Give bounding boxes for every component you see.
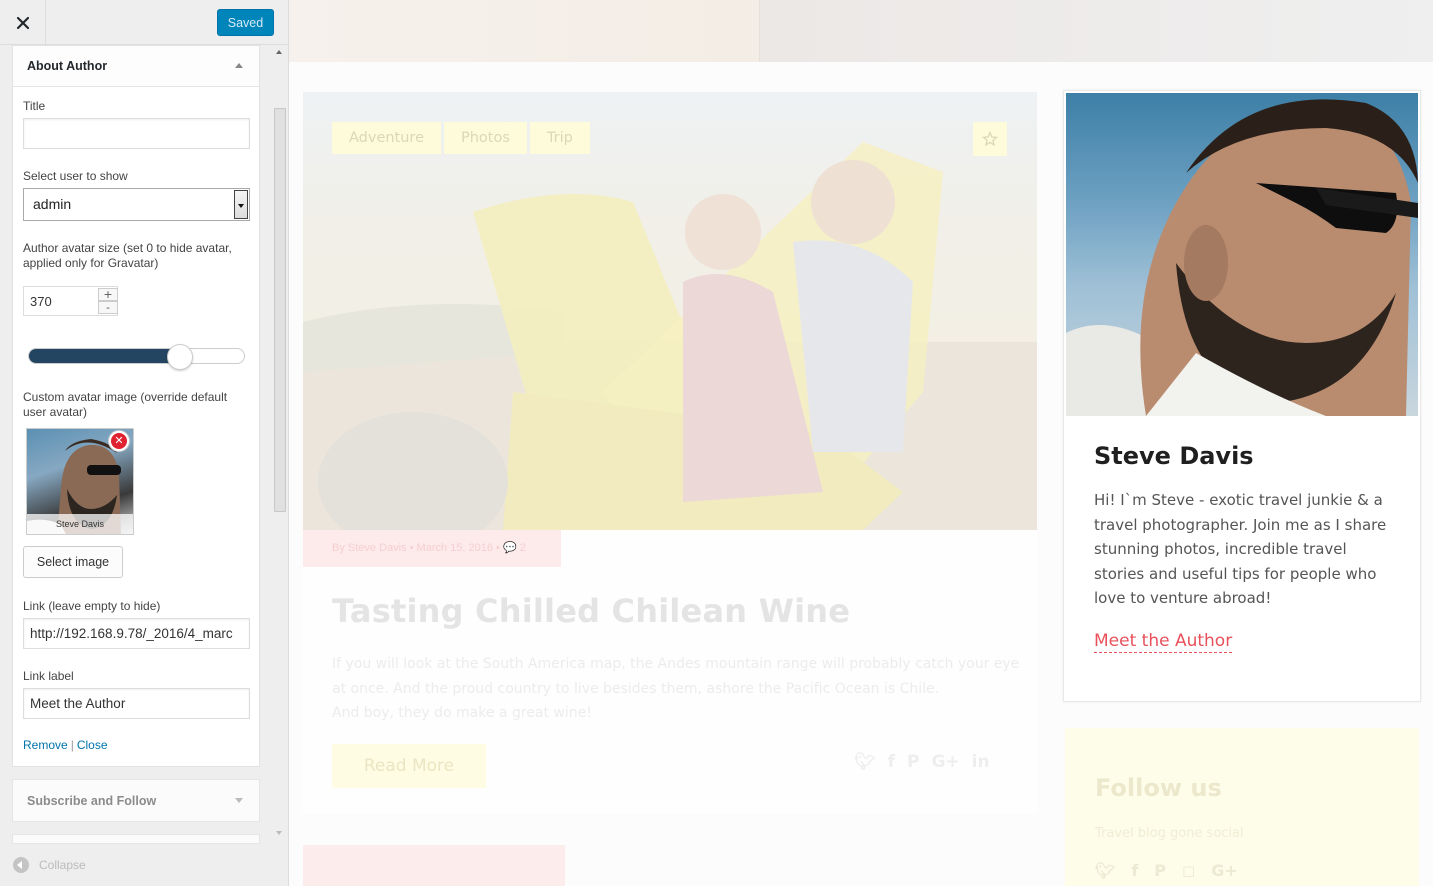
facebook-icon[interactable]: f — [1131, 861, 1138, 880]
remove-avatar-button[interactable]: ✕ — [108, 430, 130, 452]
header-image — [289, 0, 1433, 62]
avatar-caption: Steve Davis — [27, 514, 133, 534]
post-excerpt-p1: If you will look at the South America ma… — [332, 656, 1020, 697]
post-excerpt-p2: And boy, they do make a great wine! — [332, 705, 592, 721]
actions-separator: | — [70, 738, 74, 752]
post-title[interactable]: Tasting Chilled Chilean Wine — [332, 592, 850, 630]
collapse-label: Collapse — [39, 858, 86, 872]
next-post-meta — [303, 845, 565, 886]
widget-title: About Author — [27, 59, 108, 73]
post-meta: By Steve Davis • March 15, 2016 • 💬 2 — [303, 530, 561, 567]
favorite-button[interactable] — [973, 122, 1007, 156]
post-featured-image[interactable]: Adventure Photos Trip — [303, 92, 1037, 530]
decrement-button[interactable]: - — [98, 301, 118, 314]
tag-trip[interactable]: Trip — [529, 122, 590, 154]
close-customizer-button[interactable] — [0, 0, 46, 45]
collapse-icon — [13, 857, 29, 873]
author-bio: Hi! I`m Steve - exotic travel junkie & a… — [1094, 491, 1387, 607]
scroll-down-icon[interactable] — [276, 831, 282, 835]
expand-arrow-icon[interactable] — [235, 798, 243, 803]
title-label: Title — [23, 99, 46, 113]
avatar-size-slider[interactable] — [28, 344, 245, 370]
link-label-input[interactable]: Meet the Author — [23, 688, 250, 719]
collapse-button[interactable]: Collapse — [13, 857, 86, 873]
subscribe-follow-title: Subscribe and Follow — [27, 794, 157, 808]
star-icon — [982, 131, 998, 147]
avatar-size-label: Author avatar size (set 0 to hide avatar… — [23, 241, 232, 270]
user-select-label: Select user to show — [23, 169, 128, 183]
author-portrait — [1066, 99, 1418, 416]
post-card: Adventure Photos Trip By Steve Davis • M… — [303, 92, 1037, 814]
follow-icons: 🐦︎ f P ◻ G+ — [1095, 861, 1238, 880]
user-select[interactable]: admin — [23, 188, 250, 221]
subscribe-follow-widget[interactable]: Subscribe and Follow — [12, 779, 260, 822]
close-link[interactable]: Close — [77, 738, 108, 752]
panel-scrollbar[interactable] — [271, 45, 288, 845]
saved-button[interactable]: Saved — [217, 9, 274, 36]
widget-header[interactable]: About Author — [13, 46, 259, 87]
google-plus-icon[interactable]: G+ — [1211, 861, 1238, 880]
share-icons: 🐦︎ f P G+ in — [854, 752, 990, 772]
site-preview: Adventure Photos Trip By Steve Davis • M… — [289, 0, 1433, 886]
remove-icon: ✕ — [111, 433, 127, 449]
header-car-image — [759, 0, 1433, 62]
avatar-size-value: 370 — [30, 294, 52, 309]
follow-title: Follow us — [1095, 774, 1222, 802]
author-widget: Steve Davis Hi! I`m Steve - exotic trave… — [1063, 90, 1421, 702]
increment-button[interactable]: + — [98, 288, 118, 301]
meet-author-link[interactable]: Meet the Author — [1094, 630, 1233, 653]
title-input[interactable] — [23, 118, 250, 149]
twitter-icon[interactable]: 🐦︎ — [854, 752, 876, 772]
pinterest-icon[interactable]: P — [907, 752, 919, 772]
scroll-thumb[interactable] — [274, 108, 286, 512]
google-plus-icon[interactable]: G+ — [931, 752, 959, 772]
link-label-label: Link label — [23, 669, 74, 683]
dropdown-arrow-icon[interactable] — [234, 190, 248, 219]
facebook-icon[interactable]: f — [888, 752, 895, 772]
author-photo — [1066, 93, 1418, 416]
post-excerpt: If you will look at the South America ma… — [332, 652, 1022, 726]
avatar-size-input[interactable]: 370 + - — [23, 286, 118, 316]
widget-actions: Remove | Close — [23, 738, 108, 752]
select-image-button[interactable]: Select image — [23, 546, 123, 578]
slider-handle[interactable] — [166, 344, 193, 370]
tag-photos[interactable]: Photos — [444, 122, 527, 154]
read-more-button[interactable]: Read More — [332, 744, 486, 788]
instagram-icon[interactable]: ◻ — [1182, 861, 1195, 880]
customizer-panel: Saved About Author Title Select user to … — [0, 0, 289, 886]
scroll-up-icon[interactable] — [276, 50, 282, 54]
panel-header: Saved — [0, 0, 288, 45]
link-label: Link (leave empty to hide) — [23, 599, 161, 613]
remove-link[interactable]: Remove — [23, 738, 68, 752]
post-tags: Adventure Photos Trip — [332, 122, 590, 154]
user-select-value: admin — [33, 196, 72, 212]
follow-us-widget: Follow us Travel blog gone social 🐦︎ f P… — [1065, 728, 1419, 886]
close-icon — [16, 16, 29, 29]
link-input[interactable]: http://192.168.9.78/_2016/4_marc — [23, 618, 250, 649]
twitter-icon[interactable]: 🐦︎ — [1095, 861, 1115, 880]
follow-subtitle: Travel blog gone social — [1095, 826, 1244, 841]
collapse-arrow-icon[interactable] — [235, 63, 243, 68]
custom-avatar-label: Custom avatar image (override default us… — [23, 390, 228, 419]
next-widget[interactable] — [12, 834, 260, 844]
pinterest-icon[interactable]: P — [1154, 861, 1166, 880]
linkedin-icon[interactable]: in — [972, 752, 990, 772]
author-name: Steve Davis — [1094, 442, 1254, 470]
jeep-photo — [303, 142, 1037, 530]
about-author-widget: About Author Title Select user to show a… — [12, 45, 260, 767]
tag-adventure[interactable]: Adventure — [332, 122, 441, 154]
slider-fill — [29, 349, 180, 363]
